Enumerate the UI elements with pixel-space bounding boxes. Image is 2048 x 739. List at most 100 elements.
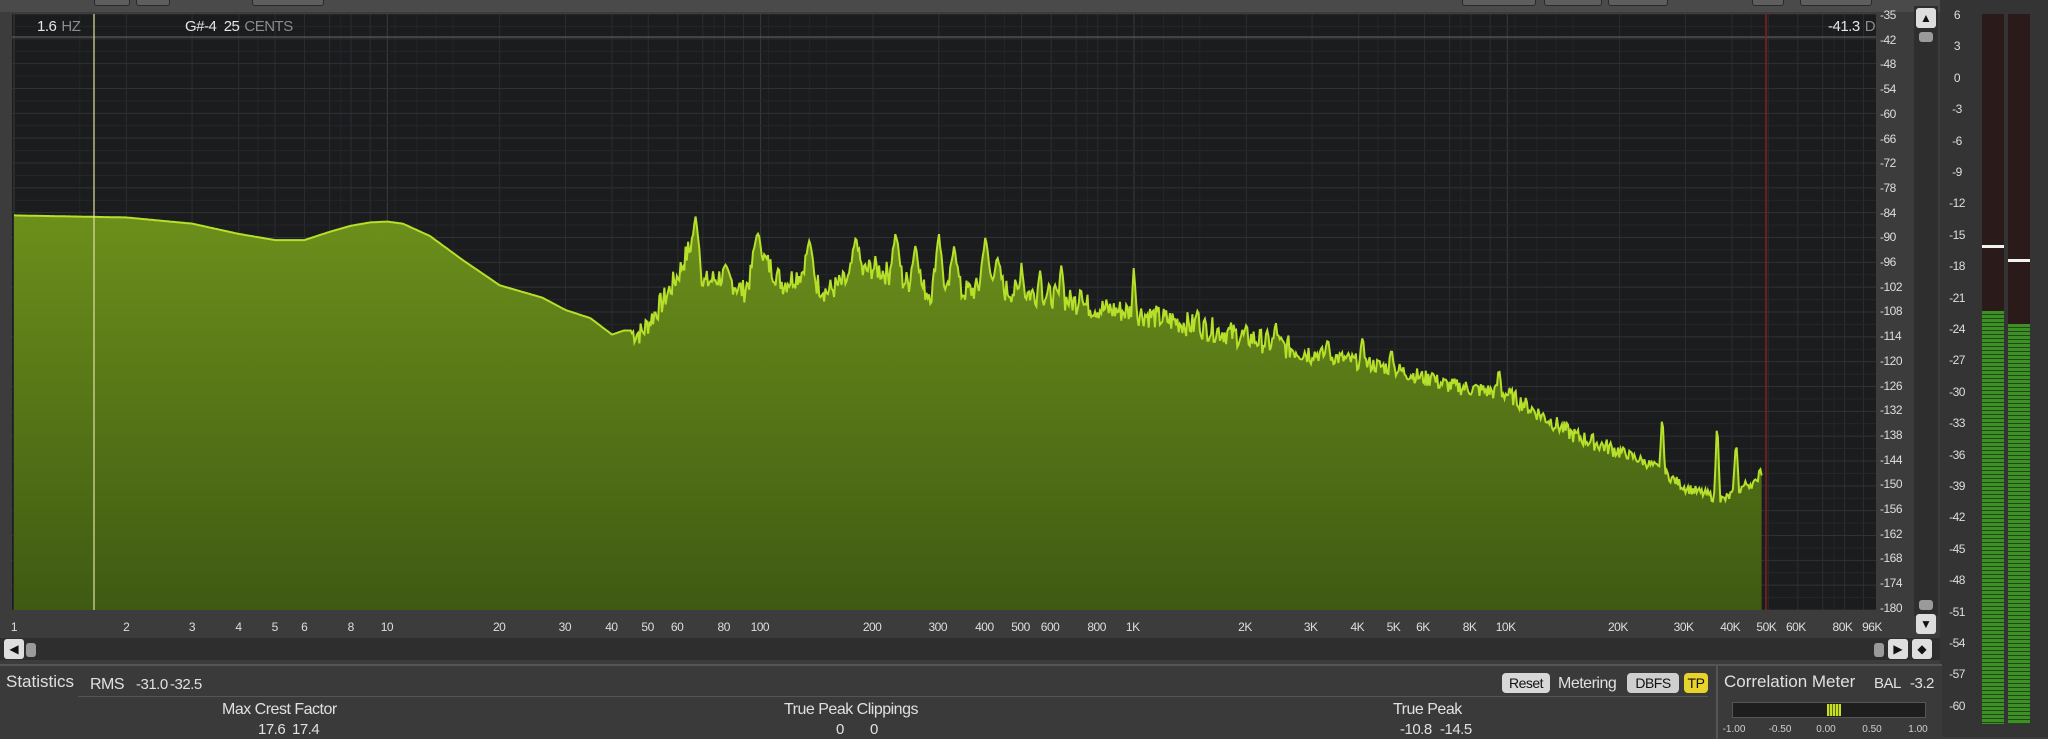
toolbar-button[interactable] (1462, 0, 1536, 6)
correlation-tick-label: 0.50 (1862, 724, 1882, 735)
frequency-readout: 1.6 HZ (37, 18, 81, 35)
crest-factor-label: Max Crest Factor (222, 701, 337, 718)
correlation-bar (1732, 702, 1926, 718)
scroll-up-icon[interactable]: ▲ (1916, 8, 1936, 28)
horizontal-scroll-thumb-right[interactable] (1874, 643, 1884, 657)
level-readout: -41.3DB (1828, 18, 1876, 35)
meter-tick-label: -21 (1949, 290, 1965, 305)
meter-tick-label: -60 (1949, 698, 1965, 713)
balance-label: BAL (1874, 675, 1901, 692)
meter-tick-label: 0 (1953, 70, 1961, 85)
meter-tick-label: -3 (1952, 102, 1962, 117)
frequency-tick-label: 40K (1720, 620, 1741, 634)
frequency-tick-label: 800 (1087, 620, 1106, 634)
frequency-tick-label: 2 (123, 620, 130, 634)
toolbar-button[interactable] (1544, 0, 1602, 6)
frequency-tick-label: 4 (235, 620, 242, 634)
clippings-label: True Peak Clippings (784, 701, 918, 718)
db-tick-label: -108 (1880, 304, 1903, 319)
horizontal-scroll-thumb[interactable] (26, 643, 36, 657)
horizontal-scrollbar[interactable]: ◀ ▶ ◆ (0, 638, 1940, 660)
true-peak-toggle[interactable]: TP (1684, 673, 1708, 693)
correlation-tick-label: -0.50 (1768, 724, 1792, 735)
db-tick-label: -84 (1880, 205, 1896, 220)
frequency-tick-label: 3 (188, 620, 196, 634)
frequency-tick-label: 3K (1303, 620, 1318, 634)
reset-button[interactable]: Reset (1502, 673, 1550, 693)
db-tick-label: -162 (1880, 526, 1903, 541)
meter-tick-label: -42 (1949, 510, 1965, 525)
frequency-tick-label: 20 (492, 620, 506, 634)
frequency-tick-label: 300 (928, 620, 948, 634)
frequency-tick-label: 50K (1756, 620, 1777, 634)
db-tick-label: -54 (1880, 82, 1896, 97)
correlation-tick-label: -1.00 (1722, 724, 1746, 735)
db-tick-label: -114 (1880, 329, 1902, 344)
db-tick-label: -48 (1880, 57, 1896, 72)
rms-left-value: -31.0 (136, 676, 168, 693)
frequency-tick-label: 2K (1238, 620, 1252, 634)
frequency-tick-label: 1 (10, 620, 18, 634)
frequency-tick-label: 5K (1386, 620, 1401, 634)
vertical-scrollbar[interactable]: ▲ ▼ (1914, 6, 1938, 634)
meter-tick-label: -36 (1949, 447, 1965, 462)
db-tick-label: -78 (1880, 180, 1896, 195)
frequency-tick-label: 200 (862, 620, 882, 634)
scroll-left-icon[interactable]: ◀ (4, 639, 24, 659)
frequency-tick-label: 8 (347, 620, 355, 634)
db-scale: -35 -42 -48 -54 -60 -66 -72 -78 -84 -90 -96 -102 -10… (1876, 6, 1914, 616)
toolbar-button[interactable] (1608, 0, 1668, 6)
frequency-axis: 1 2 3 4 5 6 8 10 20 30 40 50 60 80 100 200 300 400 500 600 8… (0, 612, 1884, 638)
toolbar-button[interactable] (252, 0, 324, 6)
frequency-tick-label: 80K (1832, 620, 1853, 634)
db-tick-label: -168 (1880, 551, 1903, 566)
meter-tick-label: -15 (1949, 227, 1965, 242)
tab-correlation-meter[interactable]: Correlation Meter (1724, 672, 1855, 692)
toolbar-button[interactable] (1800, 0, 1872, 6)
zoom-fit-icon[interactable]: ◆ (1912, 639, 1932, 659)
meter-tick-label: -6 (1952, 133, 1962, 148)
db-tick-label: -72 (1880, 156, 1896, 171)
right-channel-meter (2008, 14, 2030, 724)
db-tick-label: -90 (1880, 230, 1896, 245)
scroll-down-icon[interactable]: ▼ (1916, 614, 1936, 634)
top-toolbar-strip (0, 0, 2048, 12)
vertical-scroll-thumb-lower[interactable] (1919, 600, 1933, 610)
frequency-tick-label: 6 (301, 620, 308, 634)
frequency-tick-label: 60K (1785, 620, 1806, 634)
frequency-tick-label: 100 (750, 620, 770, 634)
frequency-tick-label: 10K (1495, 620, 1516, 634)
db-tick-label: -138 (1880, 427, 1903, 442)
frequency-tick-label: 1K (1125, 620, 1140, 634)
spectrum-graph (12, 14, 1876, 610)
db-tick-label: -120 (1880, 353, 1903, 368)
tab-statistics[interactable]: Statistics (6, 672, 74, 692)
true-peak-label: True Peak (1393, 701, 1462, 718)
meter-tick-label: -57 (1949, 667, 1965, 682)
correlation-meter-panel: Correlation Meter BAL -3.2 -1.00 -0.50 0.0… (1716, 664, 1942, 739)
toolbar-button[interactable] (94, 0, 130, 6)
frequency-tick-label: 50 (641, 620, 654, 634)
crest-right-value: 17.4 (292, 721, 320, 738)
meter-tick-label: -54 (1949, 636, 1965, 650)
frequency-tick-label: 60 (670, 620, 684, 634)
vertical-scroll-thumb[interactable] (1919, 32, 1933, 42)
frequency-tick-label: 80 (717, 620, 731, 634)
clip-left-value: 0 (836, 721, 844, 738)
toolbar-button[interactable] (136, 0, 170, 6)
dbfs-button[interactable]: DBFS (1627, 673, 1679, 693)
rms-label: RMS (90, 676, 125, 693)
frequency-tick-label: 96K (1862, 620, 1882, 634)
frequency-tick-label: 8K (1462, 620, 1477, 634)
frequency-tick-label: 600 (1040, 620, 1060, 634)
note-readout: G#-4 25 CENTS (185, 18, 293, 35)
db-tick-label: -96 (1880, 255, 1896, 269)
frequency-tick-label: 400 (975, 620, 994, 634)
scroll-right-icon[interactable]: ▶ (1888, 639, 1908, 659)
spectrum-display[interactable]: 1.6HZ G#-4 25CENTS -41.3DB (12, 14, 1876, 610)
toolbar-button[interactable] (1752, 0, 1784, 6)
meter-tick-label: -12 (1949, 196, 1965, 211)
clip-right-value: 0 (870, 721, 878, 738)
db-tick-label: -144 (1880, 452, 1903, 467)
db-tick-label: -35 (1880, 8, 1896, 22)
